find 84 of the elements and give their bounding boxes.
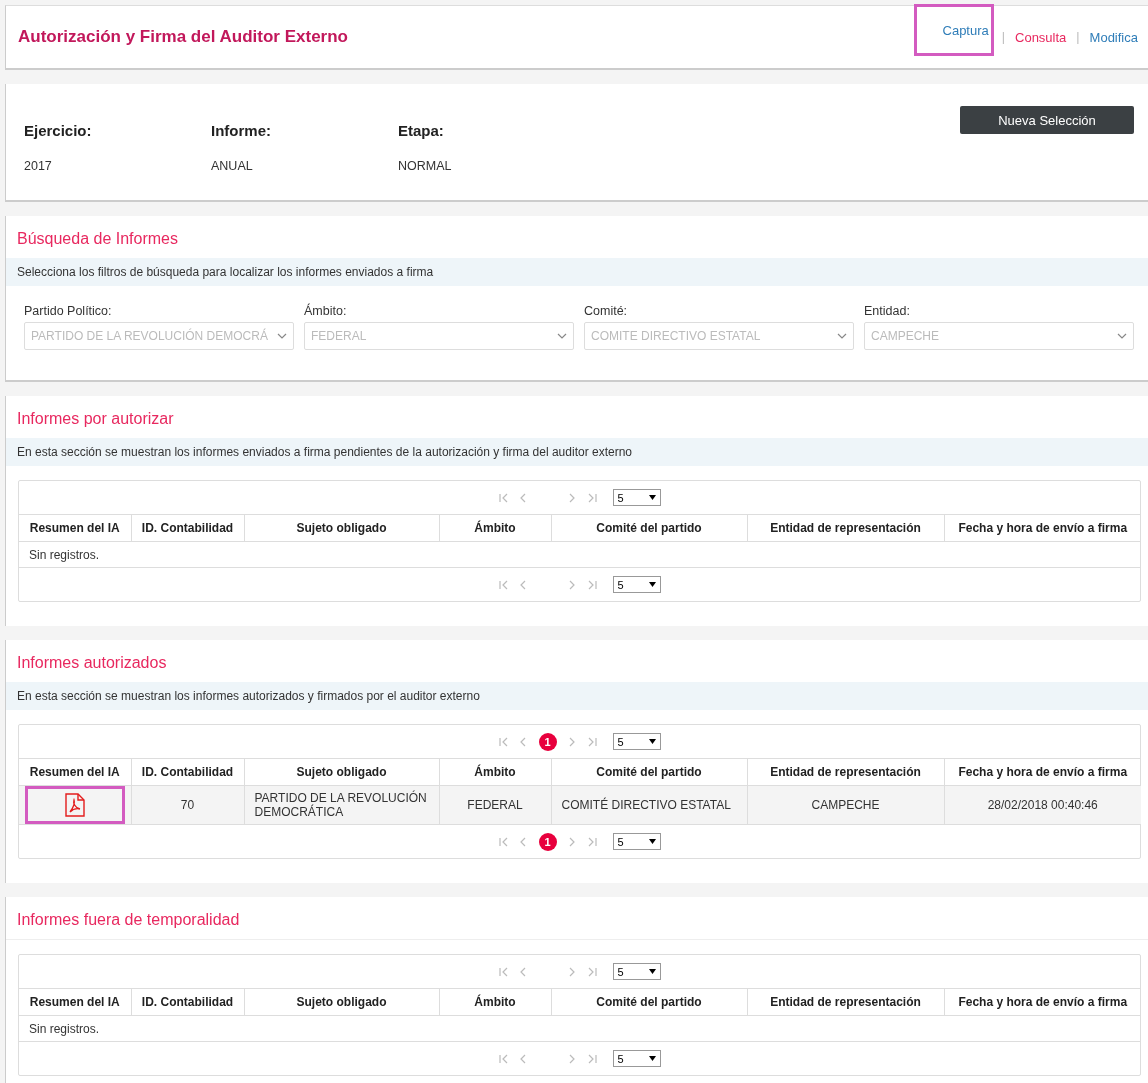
last-page-icon[interactable] xyxy=(586,492,597,503)
column-header: Sujeto obligado xyxy=(244,514,439,542)
field-label: Etapa: xyxy=(398,122,445,139)
section-title: Búsqueda de Informes xyxy=(16,229,179,249)
field-label: Ejercicio: xyxy=(24,122,93,139)
column-header: Resumen del IA xyxy=(19,514,131,542)
last-page-icon[interactable] xyxy=(586,836,597,847)
page-size-select[interactable]: 5 xyxy=(612,833,661,850)
table-cell: COMITÉ DIRECTIVO ESTATAL xyxy=(551,785,747,825)
caret-icon xyxy=(648,969,656,974)
column-header: Ámbito xyxy=(439,514,551,542)
caret-icon xyxy=(648,582,656,587)
column-header: Ámbito xyxy=(439,988,551,1016)
caret-icon xyxy=(648,739,656,744)
column-header: ID. Contabilidad xyxy=(131,988,244,1016)
page-size-select[interactable]: 5 xyxy=(612,576,661,593)
page-number[interactable]: 1 xyxy=(538,832,557,851)
field-label: Informe: xyxy=(211,122,272,139)
table-cell: CAMPECHE xyxy=(747,785,944,825)
field-value: NORMAL xyxy=(398,159,453,173)
column-header: Resumen del IA xyxy=(19,988,131,1016)
empty-message: Sin registros. xyxy=(19,541,1141,568)
empty-message: Sin registros. xyxy=(19,1015,1141,1042)
first-page-icon[interactable] xyxy=(498,492,509,503)
filter-label: Entidad: xyxy=(864,304,911,318)
page-title: Autorización y Firma del Auditor Externo xyxy=(18,27,349,47)
page-size-select[interactable]: 5 xyxy=(612,963,661,980)
caret-icon xyxy=(648,1056,656,1061)
column-header: ID. Contabilidad xyxy=(131,514,244,542)
field-value: 2017 xyxy=(24,159,53,173)
column-header: Comité del partido xyxy=(551,514,747,542)
column-header: Resumen del IA xyxy=(19,758,131,786)
section-description: En esta sección se muestran los informes autorizados y firmados por el auditor externo xyxy=(6,682,1148,710)
column-header: Ámbito xyxy=(439,758,551,786)
column-header: Entidad de representación xyxy=(747,514,944,542)
column-header: Fecha y hora de envío a firma xyxy=(944,514,1141,542)
table-cell: 28/02/2018 00:40:46 xyxy=(944,785,1141,825)
column-header: Fecha y hora de envío a firma xyxy=(944,988,1141,1016)
last-page-icon[interactable] xyxy=(586,966,597,977)
table-cell: 70 xyxy=(131,785,244,825)
column-header: Fecha y hora de envío a firma xyxy=(944,758,1141,786)
first-page-icon[interactable] xyxy=(498,966,509,977)
pdf-icon[interactable] xyxy=(64,793,85,817)
chevron-down-icon xyxy=(557,333,567,339)
filter-label: Ámbito: xyxy=(304,304,348,318)
column-header: Comité del partido xyxy=(551,988,747,1016)
section-title: Informes fuera de temporalidad xyxy=(16,910,241,930)
first-page-icon[interactable] xyxy=(498,1053,509,1064)
section-title: Informes por autorizar xyxy=(16,409,175,429)
page-size-select[interactable]: 5 xyxy=(612,489,661,506)
table-cell: PARTIDO DE LA REVOLUCIÓN DEMOCRÁTICA xyxy=(244,785,439,825)
page-number[interactable]: 1 xyxy=(538,732,557,751)
section-description: En esta sección se muestran los informes enviados a firma pendientes de la autorización y firma del auditor externo xyxy=(6,438,1148,466)
nav-separator: | xyxy=(1001,30,1005,44)
page-size-select[interactable]: 5 xyxy=(612,733,661,750)
first-page-icon[interactable] xyxy=(498,836,509,847)
first-page-icon[interactable] xyxy=(498,736,509,747)
nav-link[interactable]: Modifica xyxy=(1087,29,1140,45)
section-description: Selecciona los filtros de búsqueda para localizar los informes enviados a firma xyxy=(6,258,1148,286)
nav-separator: | xyxy=(1076,30,1080,44)
nav-link[interactable]: Consulta xyxy=(1013,29,1069,45)
nav-link[interactable]: Captura xyxy=(940,22,991,38)
last-page-icon[interactable] xyxy=(586,736,597,747)
last-page-icon[interactable] xyxy=(586,1053,597,1064)
first-page-icon[interactable] xyxy=(498,579,509,590)
column-header: Sujeto obligado xyxy=(244,758,439,786)
filter-label: Comité: xyxy=(584,304,629,318)
column-header: Comité del partido xyxy=(551,758,747,786)
chevron-down-icon xyxy=(277,333,287,339)
last-page-icon[interactable] xyxy=(586,579,597,590)
field-value: ANUAL xyxy=(211,159,254,173)
new-selection-button[interactable]: Nueva Selección xyxy=(960,106,1134,134)
section-title: Informes autorizados xyxy=(16,653,168,673)
caret-icon xyxy=(648,495,656,500)
column-header: Entidad de representación xyxy=(747,758,944,786)
column-header: Entidad de representación xyxy=(747,988,944,1016)
chevron-down-icon xyxy=(837,333,847,339)
filter-label: Partido Político: xyxy=(24,304,113,318)
chevron-down-icon xyxy=(1117,333,1127,339)
table-cell: FEDERAL xyxy=(439,785,551,825)
page-size-select[interactable]: 5 xyxy=(612,1050,661,1067)
column-header: Sujeto obligado xyxy=(244,988,439,1016)
caret-icon xyxy=(648,839,656,844)
column-header: ID. Contabilidad xyxy=(131,758,244,786)
